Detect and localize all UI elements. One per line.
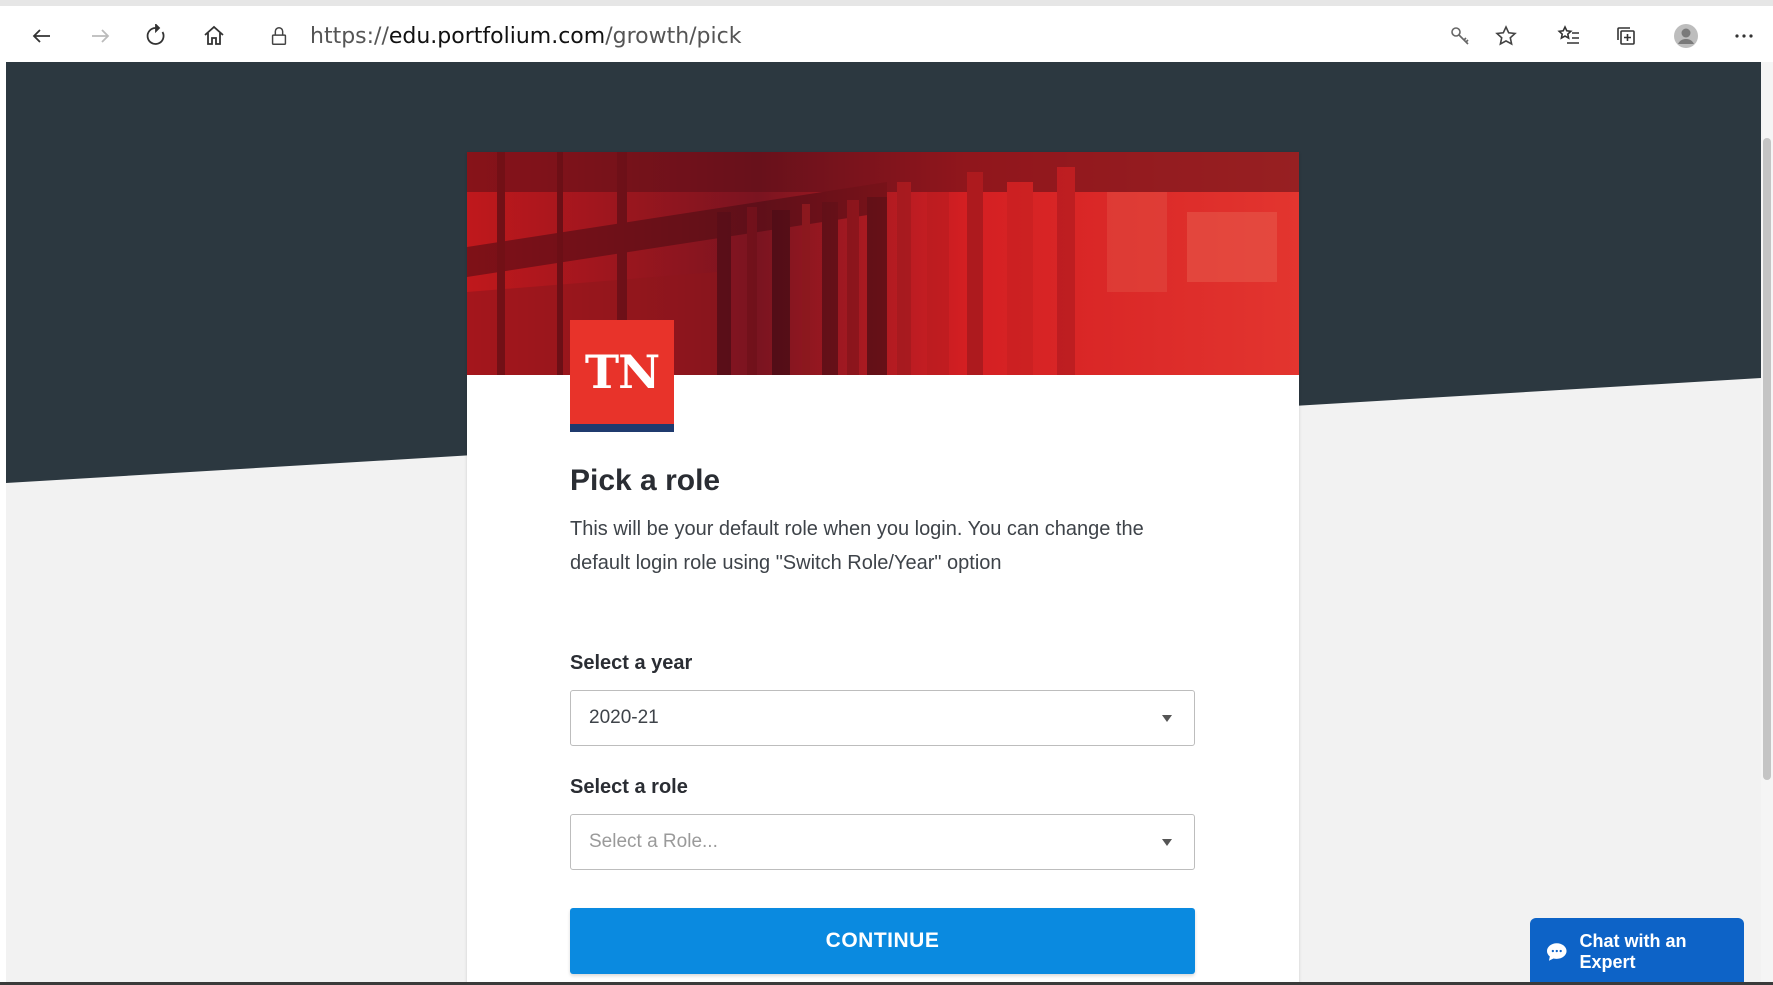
key-icon[interactable] (1444, 20, 1476, 52)
tn-logo: TN (570, 320, 674, 432)
caret-down-icon (1162, 839, 1172, 846)
tn-logo-square: TN (570, 320, 674, 424)
url-domain: edu.portfolium.com (388, 23, 606, 49)
url-path: /growth/pick (605, 23, 742, 49)
year-select[interactable]: 2020-21 (570, 690, 1195, 746)
role-select[interactable]: Select a Role... (570, 814, 1195, 870)
chat-label: Chat with an Expert (1579, 930, 1687, 972)
continue-button[interactable]: CONTINUE (570, 908, 1195, 974)
profile-icon[interactable] (1670, 20, 1702, 52)
page-description: This will be your default role when you … (570, 518, 1144, 574)
role-form: Pick a role This will be your default ro… (570, 452, 1195, 974)
pick-role-card: TN Pick a role This will be your default… (467, 152, 1299, 985)
url-text: https://edu.portfolium.com/growth/pick (310, 24, 741, 49)
tn-logo-text: TN (584, 345, 660, 399)
forward-icon[interactable] (84, 20, 116, 52)
lock-icon (271, 27, 287, 45)
scrollbar-thumb[interactable] (1763, 138, 1771, 780)
chat-with-expert-button[interactable]: Chat with an Expert (1530, 918, 1744, 985)
refresh-icon[interactable] (140, 20, 172, 52)
page-title: Pick a role (570, 464, 721, 497)
back-icon[interactable] (26, 20, 58, 52)
star-icon[interactable] (1490, 20, 1522, 52)
address-bar[interactable]: https://edu.portfolium.com/growth/pick (256, 17, 1531, 55)
caret-down-icon (1162, 715, 1172, 722)
year-select-value: 2020-21 (589, 707, 659, 728)
favorites-icon[interactable] (1553, 20, 1585, 52)
collections-icon[interactable] (1610, 20, 1642, 52)
role-label: Select a role (570, 776, 688, 798)
scrollbar[interactable] (1761, 62, 1773, 985)
role-select-placeholder: Select a Role... (589, 831, 718, 852)
more-icon[interactable] (1728, 20, 1760, 52)
chat-bubble-icon (1546, 942, 1567, 961)
year-label: Select a year (570, 652, 693, 674)
browser-toolbar: https://edu.portfolium.com/growth/pick (0, 0, 1773, 62)
tn-logo-underline (570, 424, 674, 432)
url-prefix: https:// (310, 23, 389, 49)
home-icon[interactable] (198, 20, 230, 52)
page-content: TN Pick a role This will be your default… (6, 62, 1761, 985)
